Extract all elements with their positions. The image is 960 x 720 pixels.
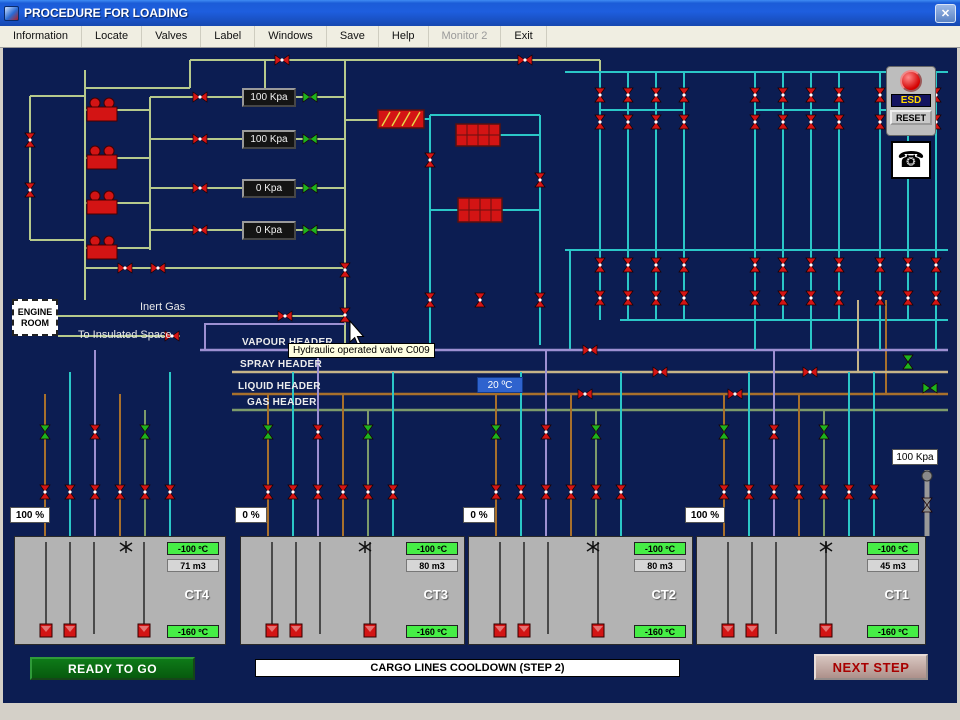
- tank-bottom-temp: -160 ºC: [634, 625, 686, 638]
- tank-volume: 80 m3: [406, 559, 458, 572]
- tank-top-temp: -100 ºC: [167, 542, 219, 555]
- tank-ct3: -100 ºC 80 m3 CT3 -160 ºC: [240, 536, 465, 645]
- reset-button[interactable]: RESET: [890, 110, 932, 125]
- tank-top-temp: -100 ºC: [634, 542, 686, 555]
- pressure-indicator-1: 100 Kpa: [242, 88, 296, 107]
- engine-room-label: ENGINE ROOM: [12, 299, 58, 336]
- pressure-indicator-4: 0 Kpa: [242, 221, 296, 240]
- app-window: { "window": { "title": "PROCEDURE FOR LO…: [0, 0, 960, 720]
- tank-top-temp: -100 ºC: [406, 542, 458, 555]
- tank-name: CT3: [423, 587, 448, 602]
- tank-volume: 71 m3: [167, 559, 219, 572]
- menu-item-exit[interactable]: Exit: [501, 26, 547, 47]
- tank-top-temp: -100 ºC: [867, 542, 919, 555]
- to-insulated-space-label: To Insulated Space: [78, 329, 172, 341]
- tank-name: CT2: [651, 587, 676, 602]
- next-step-button[interactable]: NEXT STEP: [814, 654, 928, 680]
- window-title: PROCEDURE FOR LOADING: [24, 6, 189, 20]
- header-temperature-badge: 20 ºC: [477, 377, 523, 393]
- tank-bottom-temp: -160 ºC: [406, 625, 458, 638]
- menu-item-valves[interactable]: Valves: [142, 26, 202, 47]
- tank1-level-percent: 100 %: [685, 507, 725, 523]
- menu-item-locate[interactable]: Locate: [82, 26, 143, 47]
- tank2-level-percent: 0 %: [463, 507, 495, 523]
- tank-bottom-temp: -160 ºC: [867, 625, 919, 638]
- right-pressure-badge: 100 Kpa: [892, 449, 938, 465]
- tank4-level-percent: 100 %: [10, 507, 50, 523]
- gas-header-label: GAS HEADER: [247, 397, 317, 408]
- esd-button[interactable]: [900, 70, 922, 92]
- menu-item-information[interactable]: Information: [0, 26, 83, 47]
- menu-item-windows[interactable]: Windows: [255, 26, 327, 47]
- tank-bottom-temp: -160 ºC: [167, 625, 219, 638]
- menu-bar: Information Locate Valves Label Windows …: [0, 26, 960, 48]
- procedure-status-text: CARGO LINES COOLDOWN (STEP 2): [255, 659, 680, 677]
- menu-item-help[interactable]: Help: [379, 26, 429, 47]
- tank-volume: 80 m3: [634, 559, 686, 572]
- spray-header-label: SPRAY HEADER: [240, 359, 322, 370]
- app-icon: [4, 5, 19, 21]
- tank-ct1: -100 ºC 45 m3 CT1 -160 ºC: [696, 536, 926, 645]
- title-bar[interactable]: PROCEDURE FOR LOADING ✕: [0, 0, 960, 26]
- phone-icon: ☎: [897, 147, 925, 172]
- tank-ct4: -100 ºC 71 m3 CT4 -160 ºC: [14, 536, 226, 645]
- inert-gas-label: Inert Gas: [140, 301, 186, 313]
- esd-panel: ESD RESET: [886, 66, 936, 136]
- close-button[interactable]: ✕: [935, 3, 956, 23]
- ready-status-indicator: READY TO GO: [30, 657, 195, 680]
- liquid-header-label: LIQUID HEADER: [238, 381, 321, 392]
- tank3-level-percent: 0 %: [235, 507, 267, 523]
- esd-label: ESD: [891, 94, 931, 107]
- tank-name: CT1: [884, 587, 909, 602]
- menu-item-label[interactable]: Label: [201, 26, 256, 47]
- tank-name: CT4: [184, 587, 209, 602]
- valve-tooltip: Hydraulic operated valve C009: [288, 343, 435, 358]
- pressure-indicator-3: 0 Kpa: [242, 179, 296, 198]
- pressure-indicator-2: 100 Kpa: [242, 130, 296, 149]
- menu-item-monitor2: Monitor 2: [429, 26, 502, 47]
- tank-ct2: -100 ºC 80 m3 CT2 -160 ºC: [468, 536, 693, 645]
- phone-button[interactable]: ☎: [891, 141, 931, 179]
- tank-volume: 45 m3: [867, 559, 919, 572]
- menu-item-save[interactable]: Save: [327, 26, 379, 47]
